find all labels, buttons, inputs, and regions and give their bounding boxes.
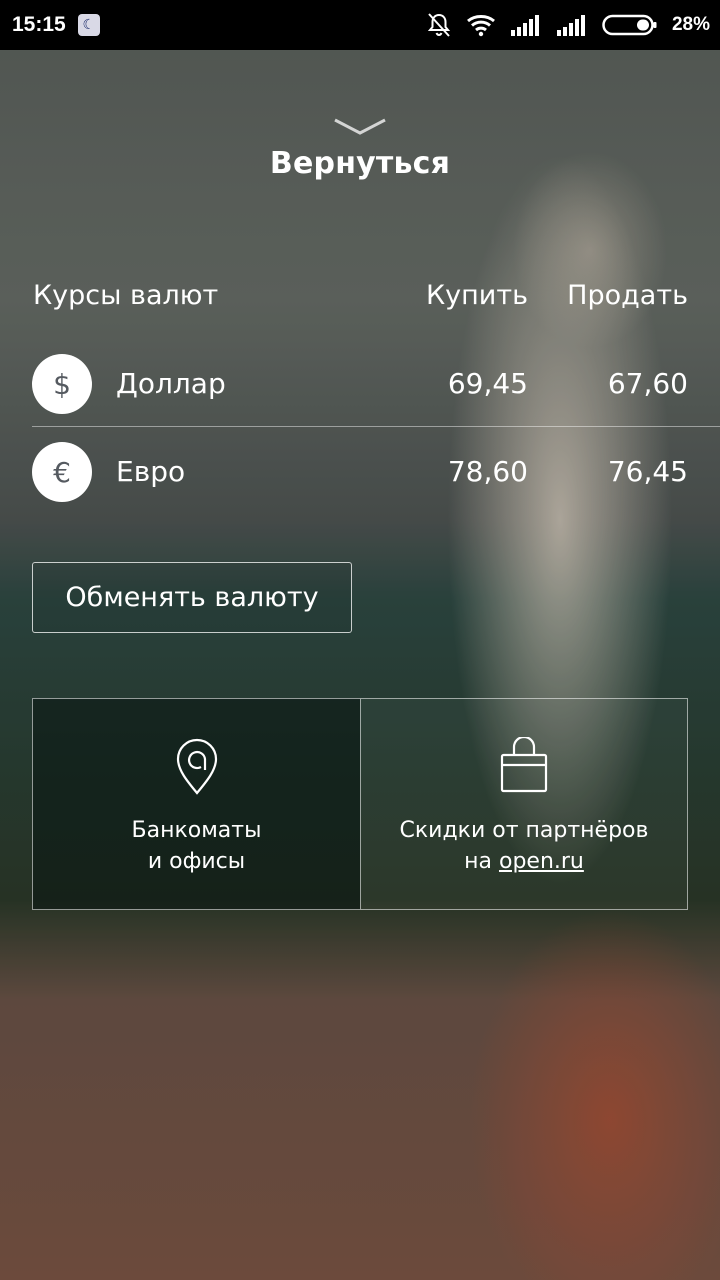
atms-and-offices-tile[interactable]: Банкоматы и офисы: [32, 698, 360, 910]
tile-label: Банкоматы: [131, 818, 262, 843]
exchange-currency-button[interactable]: Обменять валюту: [32, 562, 352, 633]
quick-links: Банкоматы и офисы Скидки от партнёров на…: [32, 698, 688, 910]
tile-label-prefix: на: [464, 849, 499, 874]
chevron-down-icon[interactable]: [332, 116, 388, 138]
partner-discounts-tile[interactable]: Скидки от партнёров на open.ru: [360, 698, 688, 910]
notifications-off-icon: [427, 13, 451, 37]
battery-icon: [602, 14, 657, 36]
dollar-icon: $: [32, 354, 92, 414]
signal-icon-2: [556, 15, 585, 36]
rates-title: Курсы валют: [33, 280, 219, 311]
shopping-bag-icon: [500, 737, 548, 793]
buy-rate: 78,60: [447, 455, 528, 488]
currency-name: Доллар: [116, 367, 226, 400]
moon-icon: ☾: [77, 14, 100, 36]
currency-name: Евро: [116, 455, 186, 488]
status-indicators: 28%: [426, 12, 710, 38]
back-label[interactable]: Вернуться: [0, 146, 720, 181]
sell-column-header: Продать: [567, 280, 688, 311]
main-content: Вернуться Курсы валют Купить Продать $ Д…: [0, 50, 720, 1280]
buy-column-header: Купить: [426, 280, 528, 311]
status-bar: 15:15 ☾ 28%: [0, 0, 720, 50]
back-control[interactable]: Вернуться: [0, 116, 720, 181]
rates-header: Курсы валют Купить Продать: [0, 280, 720, 320]
row-divider: [32, 426, 720, 427]
map-pin-icon: [176, 738, 217, 795]
status-time: 15:15: [12, 13, 66, 36]
wifi-icon: [466, 15, 495, 37]
signal-icon-1: [510, 15, 539, 36]
sell-rate: 76,45: [607, 455, 688, 488]
sell-rate: 67,60: [607, 367, 688, 400]
currency-row-usd: $ Доллар 69,45 67,60: [0, 340, 720, 428]
tile-label: и офисы: [147, 849, 246, 874]
buy-rate: 69,45: [447, 367, 528, 400]
currency-row-eur: € Евро 78,60 76,45: [0, 428, 720, 516]
open-ru-link[interactable]: open.ru: [499, 849, 584, 874]
tile-label: Скидки от партнёров: [399, 818, 649, 843]
battery-percent: 28%: [671, 14, 710, 35]
euro-icon: €: [32, 442, 92, 502]
